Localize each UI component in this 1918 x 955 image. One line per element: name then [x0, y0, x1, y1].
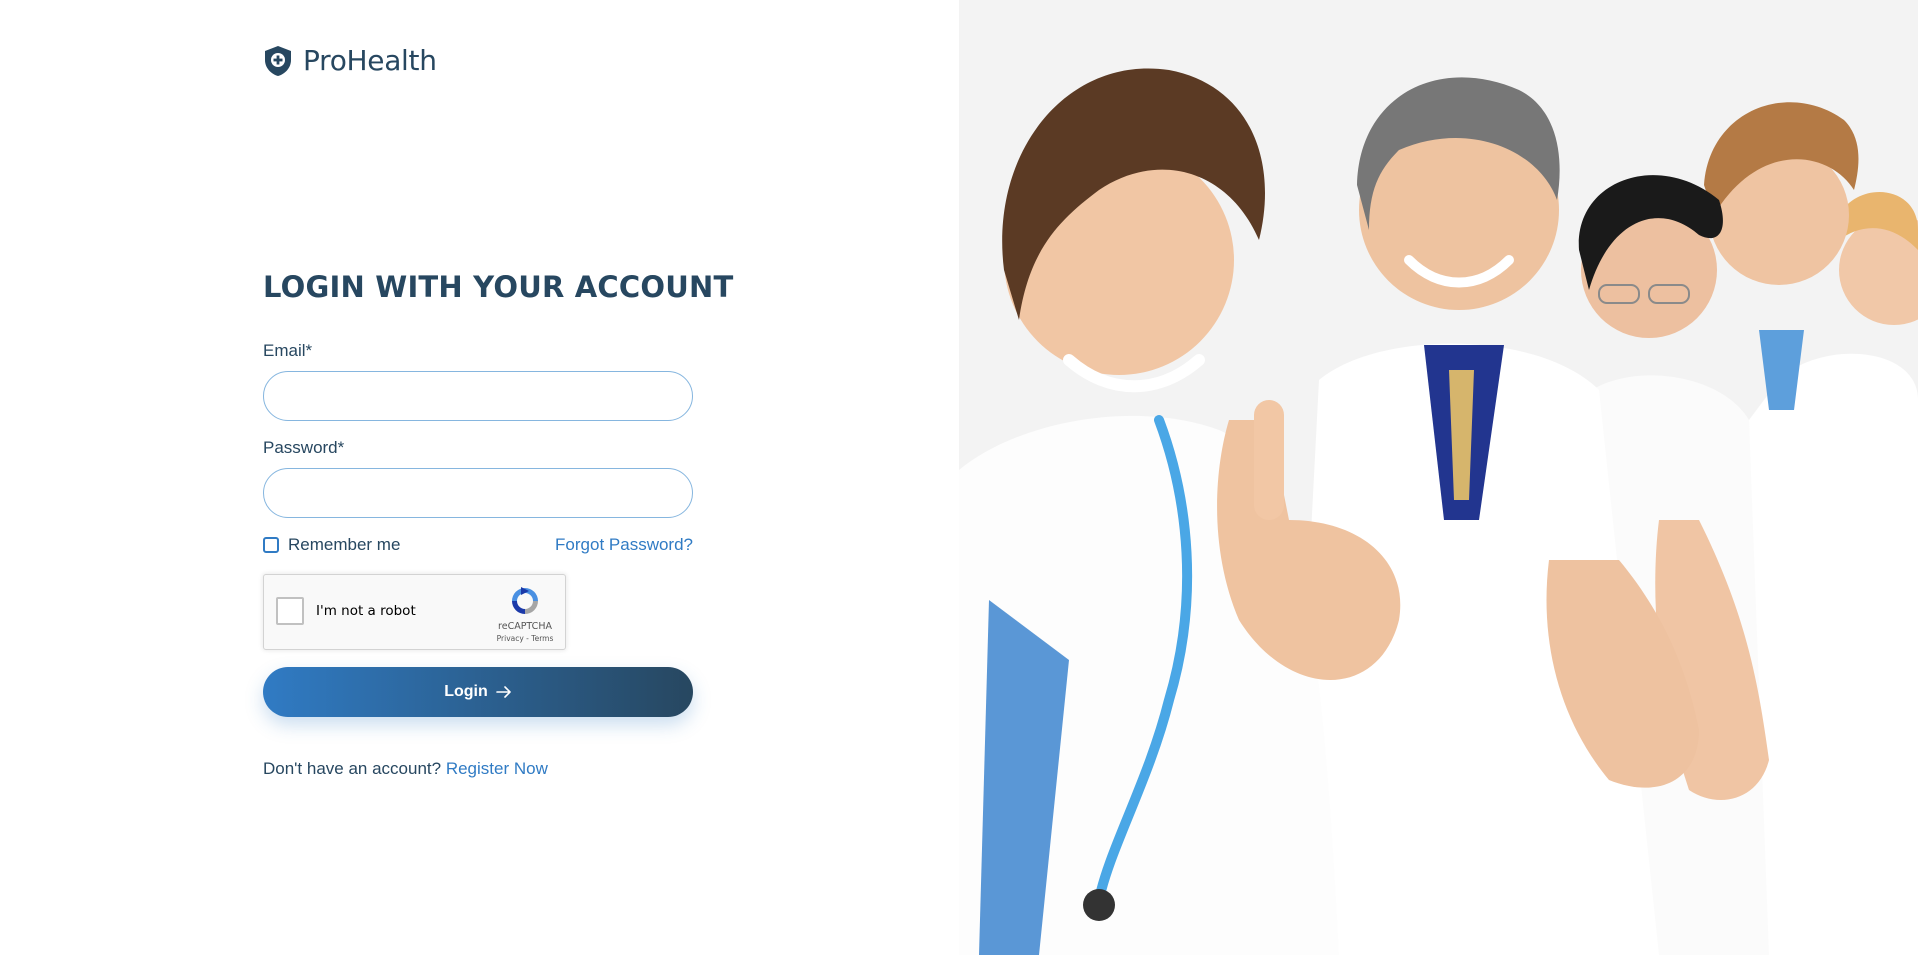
- login-button-label: Login: [444, 683, 488, 700]
- recaptcha-icon: [512, 587, 538, 614]
- recaptcha-checkbox[interactable]: [276, 597, 304, 625]
- page-title: LOGIN WITH YOUR ACCOUNT: [263, 270, 734, 304]
- arrow-right-icon: [495, 686, 511, 698]
- brand-logo[interactable]: ProHealth: [263, 44, 437, 77]
- email-field[interactable]: [263, 371, 693, 421]
- recaptcha-privacy-terms[interactable]: Privacy - Terms: [488, 634, 562, 643]
- shield-plus-icon: [265, 45, 291, 76]
- remember-checkbox[interactable]: [263, 537, 279, 553]
- recaptcha-widget: I'm not a robot reCAPTCHA Privacy - Term…: [263, 574, 566, 650]
- register-row: Don't have an account? Register Now: [263, 759, 548, 779]
- register-link[interactable]: Register Now: [446, 759, 548, 778]
- recaptcha-brand: reCAPTCHA: [498, 621, 552, 632]
- remember-label: Remember me: [288, 535, 401, 554]
- register-prompt: Don't have an account?: [263, 759, 442, 778]
- forgot-password-link[interactable]: Forgot Password?: [553, 535, 693, 555]
- recaptcha-label: I'm not a robot: [316, 603, 416, 619]
- hero-image: [959, 0, 1918, 955]
- brand-name: ProHealth: [303, 44, 437, 77]
- login-panel: ProHealth LOGIN WITH YOUR ACCOUNT Email*…: [0, 0, 959, 955]
- login-button[interactable]: Login: [263, 667, 693, 717]
- email-label: Email*: [263, 341, 313, 360]
- password-field[interactable]: [263, 468, 693, 518]
- remember-me[interactable]: Remember me: [263, 535, 400, 555]
- password-label: Password*: [263, 438, 345, 457]
- hero-photo: [959, 0, 1918, 955]
